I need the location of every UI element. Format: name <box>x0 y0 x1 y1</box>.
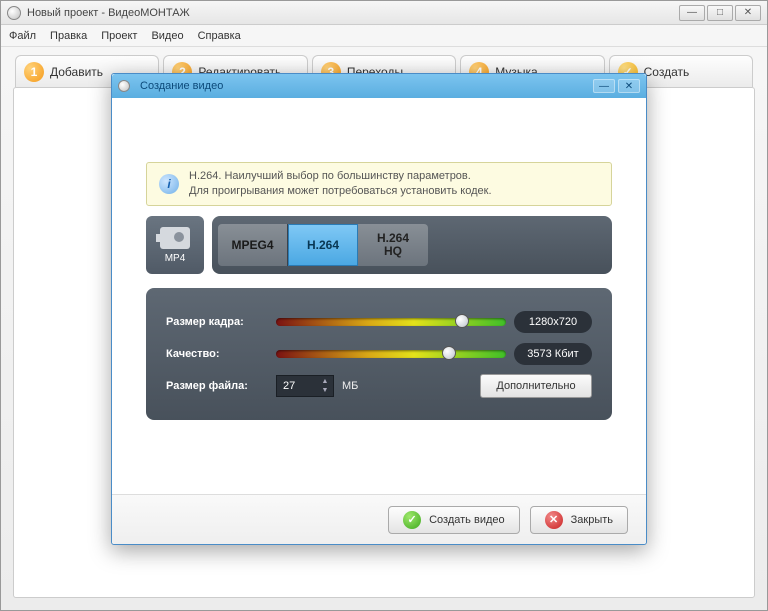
checkmark-icon: ✓ <box>403 511 421 529</box>
quality-value: 3573 Кбит <box>514 343 592 365</box>
settings-panel: Размер кадра: 1280x720 Качество: 3573 Кб… <box>146 288 612 420</box>
quality-row: Качество: 3573 Кбит <box>166 338 592 370</box>
frame-size-label: Размер кадра: <box>166 316 268 328</box>
window-controls: — □ ✕ <box>679 5 761 21</box>
menu-project[interactable]: Проект <box>101 30 137 42</box>
menu-help[interactable]: Справка <box>198 30 241 42</box>
menu-video[interactable]: Видео <box>151 30 183 42</box>
quality-slider[interactable] <box>276 348 506 360</box>
create-button-label: Создать видео <box>429 514 505 526</box>
dialog-close-button[interactable]: ✕ <box>618 79 640 93</box>
quality-label: Качество: <box>166 348 268 360</box>
format-icon-box: MP4 <box>146 216 204 274</box>
menu-file[interactable]: Файл <box>9 30 36 42</box>
advanced-button[interactable]: Дополнительно <box>480 374 592 398</box>
dialog-footer: ✓ Создать видео ✕ Закрыть <box>112 494 646 544</box>
menu-bar: Файл Правка Проект Видео Справка <box>1 25 767 47</box>
app-icon <box>7 6 21 20</box>
codec-mpeg4-button[interactable]: MPEG4 <box>218 224 288 266</box>
maximize-button[interactable]: □ <box>707 5 733 21</box>
dialog-minimize-button[interactable]: — <box>593 79 615 93</box>
close-button-label: Закрыть <box>571 514 613 526</box>
filesize-unit: МБ <box>342 380 358 392</box>
step-1-icon: 1 <box>24 62 44 82</box>
slider-track <box>276 318 506 326</box>
info-text: H.264. Наилучший выбор по большинству па… <box>189 169 492 200</box>
codec-h264hq-button[interactable]: H.264 HQ <box>358 224 428 266</box>
close-dialog-button[interactable]: ✕ Закрыть <box>530 506 628 534</box>
tab-label: Создать <box>644 65 690 79</box>
dialog-title: Создание видео <box>140 80 593 92</box>
minimize-button[interactable]: — <box>679 5 705 21</box>
arrow-down-icon[interactable]: ▼ <box>319 386 331 395</box>
codec-pill: MPEG4 H.264 H.264 HQ <box>212 216 612 274</box>
filesize-value: 27 <box>283 380 295 392</box>
camera-icon <box>160 227 190 249</box>
dialog-title-bar: Создание видео — ✕ <box>112 74 646 98</box>
frame-size-slider[interactable] <box>276 316 506 328</box>
create-video-button[interactable]: ✓ Создать видео <box>388 506 520 534</box>
info-banner: i H.264. Наилучший выбор по большинству … <box>146 162 612 206</box>
frame-size-row: Размер кадра: 1280x720 <box>166 306 592 338</box>
filesize-row: Размер файла: 27 ▲▼ МБ Дополнительно <box>166 370 592 402</box>
dialog-icon <box>118 80 130 92</box>
codec-selector: MP4 MPEG4 H.264 H.264 HQ <box>146 216 612 274</box>
close-icon: ✕ <box>545 511 563 529</box>
format-label: MP4 <box>165 253 186 264</box>
info-icon: i <box>159 174 179 194</box>
slider-thumb[interactable] <box>442 346 456 360</box>
main-window: Новый проект - ВидеоМОНТАЖ — □ ✕ Файл Пр… <box>0 0 768 611</box>
dialog-controls: — ✕ <box>593 79 640 93</box>
close-button[interactable]: ✕ <box>735 5 761 21</box>
stepper-arrows[interactable]: ▲▼ <box>319 377 331 395</box>
title-bar: Новый проект - ВидеоМОНТАЖ — □ ✕ <box>1 1 767 25</box>
codec-h264-button[interactable]: H.264 <box>288 224 358 266</box>
frame-size-value: 1280x720 <box>514 311 592 333</box>
window-title: Новый проект - ВидеоМОНТАЖ <box>27 7 679 19</box>
slider-track <box>276 350 506 358</box>
filesize-label: Размер файла: <box>166 380 268 392</box>
tab-label: Добавить <box>50 65 103 79</box>
menu-edit[interactable]: Правка <box>50 30 87 42</box>
filesize-stepper[interactable]: 27 ▲▼ <box>276 375 334 397</box>
arrow-up-icon[interactable]: ▲ <box>319 377 331 386</box>
create-video-dialog: Создание видео — ✕ i H.264. Наилучший вы… <box>111 73 647 545</box>
